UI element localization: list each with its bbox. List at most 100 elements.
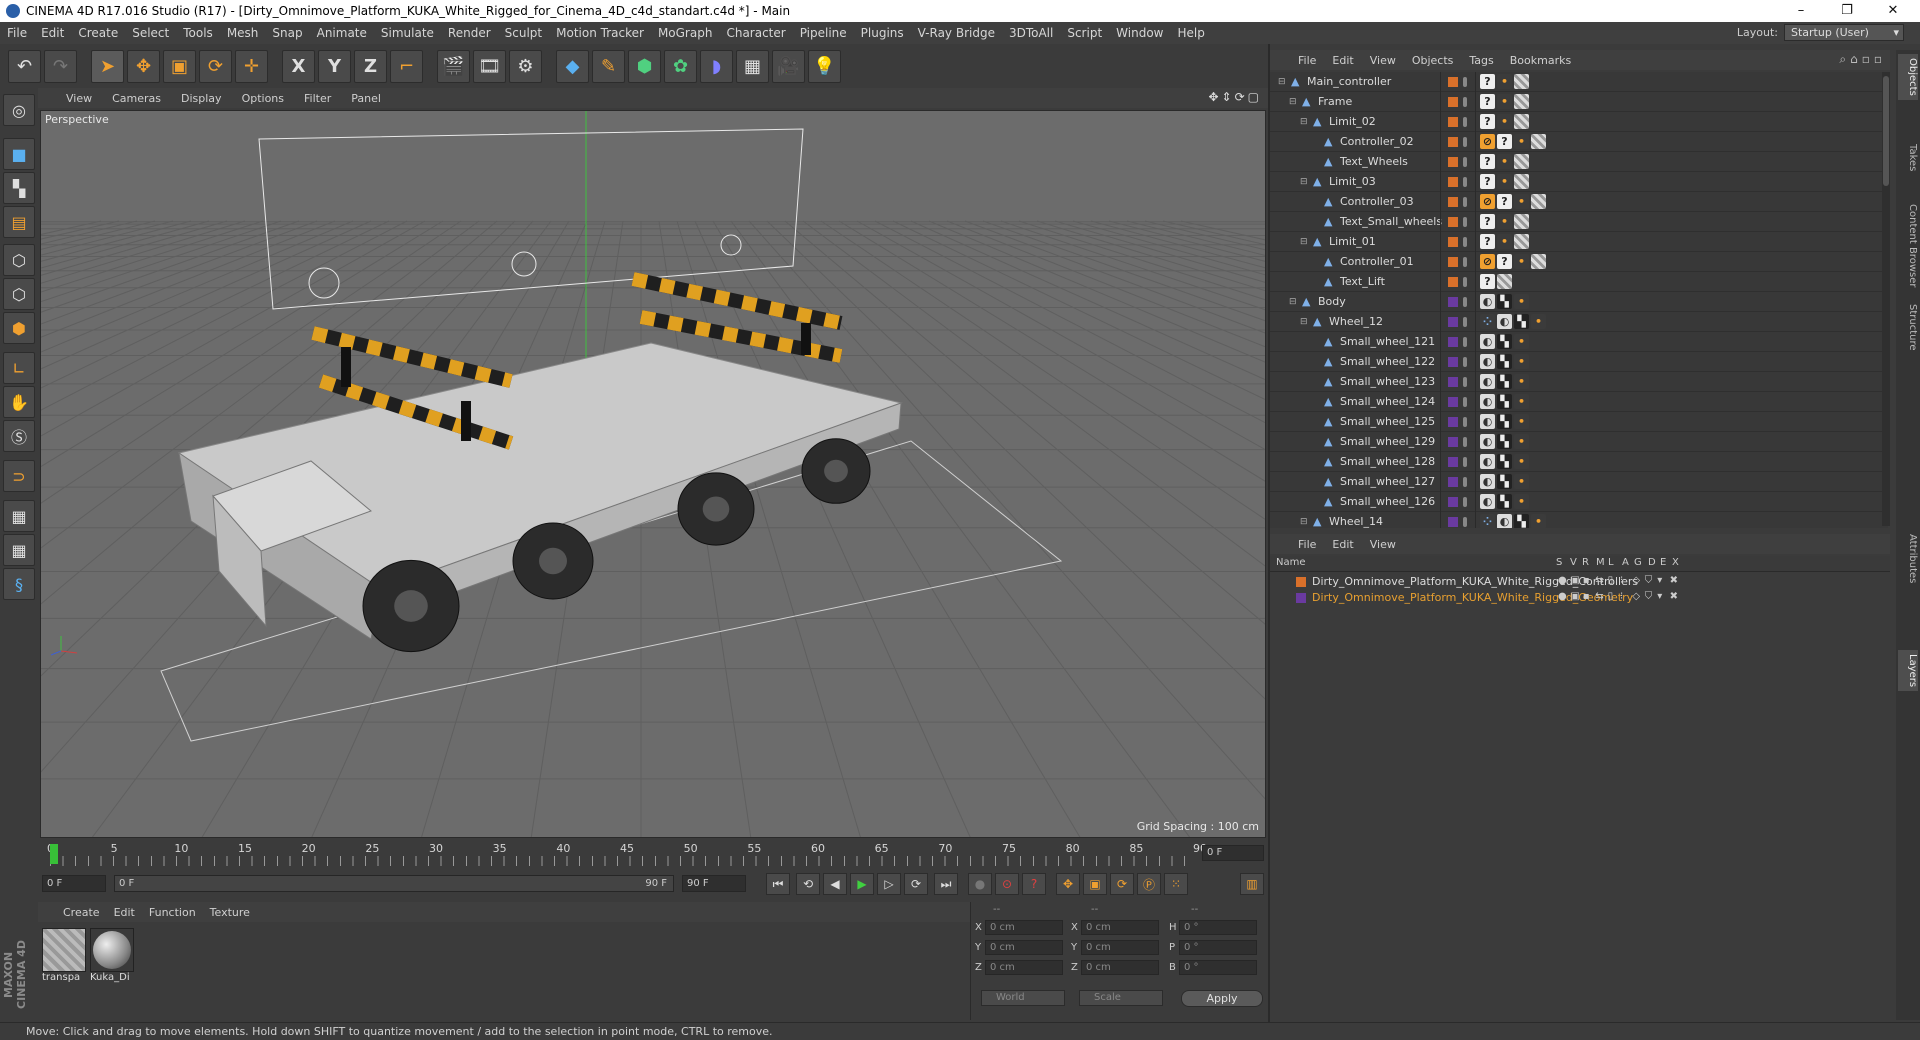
light-button[interactable]: 💡 [808, 49, 841, 83]
phong-tag-icon[interactable]: ◐ [1480, 414, 1495, 429]
q-tag-icon[interactable]: ? [1480, 94, 1495, 109]
layer-color-swatch[interactable] [1448, 517, 1458, 527]
menu-window[interactable]: Window [1109, 22, 1170, 44]
undo-button[interactable]: ↶ [8, 49, 41, 83]
phong-tag-icon[interactable]: ◐ [1480, 354, 1495, 369]
checker-tag-icon[interactable]: ▚ [1497, 494, 1512, 509]
phong-tag-icon[interactable]: ◐ [1480, 454, 1495, 469]
timeline[interactable]: 051015202530354045505560657075808590 0 F [40, 840, 1266, 868]
layer-menu-view[interactable]: View [1362, 538, 1404, 551]
lock-workplane-button[interactable]: ▦ [3, 500, 35, 532]
keyframe-selection-button[interactable]: ? [1022, 873, 1046, 895]
phong-tag-icon[interactable]: ◐ [1497, 314, 1512, 329]
tab-content-browser[interactable]: Content Browser [1898, 200, 1918, 291]
layer-toggle-icon[interactable]: ▣ [1570, 591, 1579, 602]
visibility-dots[interactable] [1463, 77, 1467, 87]
object-row-wheel-14[interactable]: ⊟ ▲ Wheel_14 ⁘ ◐ ▚ • [1270, 512, 1888, 528]
object-menu-objects[interactable]: Objects [1404, 54, 1462, 67]
check-tag-icon[interactable] [1514, 214, 1529, 229]
layer-toggle-icon[interactable]: ✖ [1670, 591, 1678, 602]
layer-column-e[interactable]: E [1660, 557, 1666, 568]
layer-color-swatch[interactable] [1448, 377, 1458, 387]
menu-file[interactable]: File [0, 22, 34, 44]
rotate-button[interactable]: ⟳ [199, 49, 232, 83]
object-row-text-lift[interactable]: ▲ Text_Lift? [1270, 272, 1888, 292]
minimize-button[interactable]: – [1778, 0, 1824, 22]
polygons-mode-button[interactable]: ⬢ [3, 312, 35, 344]
layer-color-swatch[interactable] [1448, 397, 1458, 407]
visibility-dots[interactable] [1463, 317, 1467, 327]
next-frame-button[interactable]: ▷ [877, 873, 901, 895]
layer-column-m[interactable]: M [1596, 557, 1605, 568]
layer-color-swatch[interactable] [1448, 97, 1458, 107]
checker-tag-icon[interactable]: ▚ [1497, 454, 1512, 469]
layer-column-g[interactable]: G [1634, 557, 1642, 568]
visibility-dots[interactable] [1463, 457, 1467, 467]
dots-tag-icon[interactable]: • [1514, 394, 1529, 409]
close-button[interactable]: ✕ [1870, 0, 1916, 22]
rotation-field[interactable]: 0 ° [1179, 940, 1257, 955]
visibility-dots[interactable] [1463, 97, 1467, 107]
checker-tag-icon[interactable]: ▚ [1497, 294, 1512, 309]
dots-tag-icon[interactable]: • [1514, 494, 1529, 509]
no-tag-icon[interactable]: ⊘ [1480, 194, 1495, 209]
xpresso-tag-icon[interactable]: ⁘ [1480, 314, 1495, 329]
checker-tag-icon[interactable]: ▚ [1497, 334, 1512, 349]
layer-color-swatch[interactable] [1448, 357, 1458, 367]
layer-column-d[interactable]: D [1648, 557, 1656, 568]
q-tag-icon[interactable]: ? [1480, 114, 1495, 129]
live-selection-button[interactable]: ➤ [91, 49, 124, 83]
check-tag-icon[interactable] [1514, 174, 1529, 189]
checker-tag-icon[interactable]: ▚ [1497, 374, 1512, 389]
checker-tag-icon[interactable]: ▚ [1497, 434, 1512, 449]
layer-column-l[interactable]: L [1608, 557, 1614, 568]
object-menu-view[interactable]: View [1362, 54, 1404, 67]
object-row-body[interactable]: ⊟ ▲ Body ◐ ▚ • [1270, 292, 1888, 312]
previous-key-button[interactable]: ⟲ [796, 873, 820, 895]
layer-toggle-icon[interactable]: ⛉ [1645, 575, 1653, 586]
edges-mode-button[interactable]: ⬡ [3, 278, 35, 310]
no-tag-icon[interactable]: ⊘ [1480, 134, 1495, 149]
layer-color-swatch[interactable] [1448, 497, 1458, 507]
menu-edit[interactable]: Edit [34, 22, 71, 44]
layer-color-swatch[interactable] [1448, 137, 1458, 147]
no-tag-icon[interactable]: ⊘ [1480, 254, 1495, 269]
checker-tag-icon[interactable]: ▚ [1514, 514, 1529, 528]
key-pla-button[interactable]: ⁙ [1164, 873, 1188, 895]
layer-color-swatch[interactable] [1448, 157, 1458, 167]
viewport-menu-view[interactable]: View [56, 92, 102, 105]
menu-render[interactable]: Render [441, 22, 498, 44]
q-tag-icon[interactable]: ? [1497, 254, 1512, 269]
axis-mode-button[interactable]: ∟ [3, 352, 35, 384]
layer-color-swatch[interactable] [1448, 217, 1458, 227]
menu-help[interactable]: Help [1170, 22, 1211, 44]
layer-color-swatch[interactable] [1448, 317, 1458, 327]
checker-tag-icon[interactable]: ▚ [1497, 394, 1512, 409]
layer-toggle-icon[interactable]: ▣ [1570, 575, 1579, 586]
object-tree-scrollbar[interactable] [1882, 72, 1890, 526]
visibility-dots[interactable] [1463, 517, 1467, 527]
visibility-dots[interactable] [1463, 217, 1467, 227]
layer-toggle-icon[interactable]: ▯ [1608, 591, 1614, 602]
autokey-button[interactable]: ⊙ [995, 873, 1019, 895]
checker-tag-icon[interactable]: ▚ [1497, 414, 1512, 429]
layer-toggle-icon[interactable]: ▾ [1657, 591, 1662, 602]
check-tag-icon[interactable] [1531, 134, 1546, 149]
size-field[interactable]: 0 cm [1081, 940, 1159, 955]
layout-dropdown[interactable]: Startup (User) ▾ [1784, 24, 1904, 41]
menu-script[interactable]: Script [1060, 22, 1109, 44]
layer-color-swatch[interactable] [1448, 477, 1458, 487]
snap-button[interactable]: Ⓢ [3, 420, 35, 452]
object-row-small-wheel-123[interactable]: ▲ Small_wheel_123 ◐ ▚ • [1270, 372, 1888, 392]
rotation-field[interactable]: 0 ° [1179, 960, 1257, 975]
size-field[interactable]: 0 cm [1081, 920, 1159, 935]
object-row-text-small-wheels[interactable]: ▲ Text_Small_wheels? • [1270, 212, 1888, 232]
layer-toggle-icon[interactable]: ◇ [1632, 591, 1640, 602]
layer-toggle-icon[interactable]: ● [1558, 575, 1567, 586]
viewport-menu-options[interactable]: Options [232, 92, 294, 105]
object-row-limit-01[interactable]: ⊟ ▲ Limit_01? • [1270, 232, 1888, 252]
phong-tag-icon[interactable]: ◐ [1480, 474, 1495, 489]
timeline-window-button[interactable]: ▥ [1240, 873, 1264, 895]
material-transparent[interactable]: transpa [42, 928, 86, 983]
coordinate-system-button[interactable]: ⌐ [390, 49, 423, 83]
